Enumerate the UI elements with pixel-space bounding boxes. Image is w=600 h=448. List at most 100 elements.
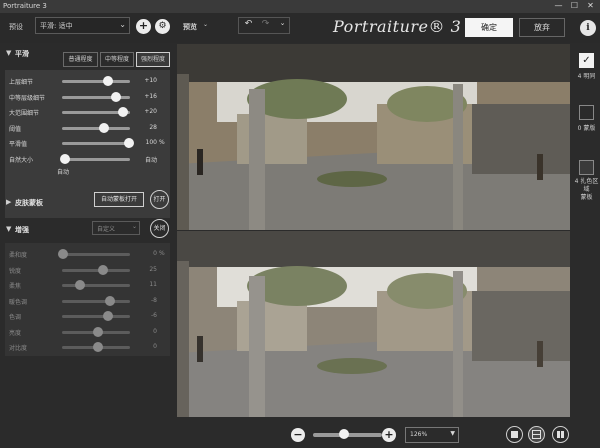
- right-rail: ✓ 4 明同 0 蒙版 4 扎色区域 蒙板: [573, 43, 600, 423]
- caret-down-icon: ▼: [6, 225, 12, 233]
- add-preset-button[interactable]: +: [136, 19, 151, 34]
- slider-value: +10: [144, 77, 157, 84]
- slider-unit: %: [159, 250, 165, 257]
- minimize-button[interactable]: —: [552, 0, 565, 13]
- auto-mask-button[interactable]: 自动蒙板打开: [94, 192, 144, 207]
- caret-down-icon: ▼: [450, 430, 455, 437]
- mask-swatch[interactable]: [579, 105, 594, 120]
- slider-knob[interactable]: [111, 91, 122, 102]
- slider-knob[interactable]: [99, 122, 110, 133]
- slider-knob[interactable]: [103, 76, 114, 86]
- slider-track[interactable]: [62, 315, 130, 318]
- toolbar: 预设 平滑: 适中 ⌄ + ⚙ 预览 ⌄ ↶ ↷ ⌄ Portraiture® …: [0, 13, 600, 43]
- slider-knob[interactable]: [58, 249, 69, 259]
- slider-label: 平滑值: [9, 141, 28, 148]
- plus-icon: +: [138, 19, 149, 32]
- enhance-slider-row: 锐度 25: [5, 263, 170, 277]
- undo-redo-group: ↶ ↷ ⌄: [238, 17, 290, 34]
- minus-icon: −: [293, 428, 303, 441]
- undo-icon[interactable]: ↶: [240, 19, 257, 33]
- slider-knob[interactable]: [103, 311, 114, 321]
- slider-label: 自然大小: [9, 156, 34, 164]
- enhance-section-header[interactable]: ▼ 增强: [0, 219, 174, 241]
- slider-value: -8: [151, 296, 157, 304]
- enhance-sliders: 柔和度 0% 锐度 25 柔焦 11 暖色调 -8 色调 -6 亮度 0 对比度 0: [5, 243, 170, 356]
- slider-track[interactable]: [62, 157, 130, 161]
- smoothing-slider-row: 上层细节 +10: [5, 74, 170, 88]
- single-view-button[interactable]: [506, 426, 523, 443]
- slider-value: -6: [151, 312, 157, 319]
- zoom-out-button[interactable]: −: [291, 428, 305, 442]
- preset-dropdown[interactable]: 平滑: 适中 ⌄: [35, 17, 130, 34]
- split-vertical-view-button[interactable]: [552, 426, 569, 443]
- slider-value: +16: [144, 92, 157, 100]
- mode-medium-button[interactable]: 中等程度: [100, 52, 134, 67]
- slider-knob[interactable]: [97, 264, 108, 275]
- preview-before-image[interactable]: [177, 44, 570, 230]
- ok-button[interactable]: 确定: [465, 18, 513, 37]
- preset-value: 平滑: 适中: [40, 22, 73, 30]
- slider-value: 0: [153, 327, 157, 335]
- enhance-preset-dropdown[interactable]: 自定义 ⌄: [92, 221, 140, 235]
- info-button[interactable]: i: [580, 20, 596, 36]
- slider-track[interactable]: [62, 142, 130, 145]
- enhance-toggle-button[interactable]: 关闭: [150, 219, 169, 238]
- smoothing-slider-row: 平滑值 100%: [5, 136, 170, 150]
- plus-icon: +: [384, 428, 394, 441]
- mode-strong-button[interactable]: 强烈程度: [136, 52, 170, 67]
- check-icon: ✓: [582, 55, 591, 66]
- enhance-title: 增强: [15, 226, 29, 234]
- cancel-button[interactable]: 放弃: [519, 18, 565, 37]
- title-bar: Portraiture 3 — ☐ ✕: [0, 0, 600, 13]
- skin-area-swatch[interactable]: [579, 160, 594, 175]
- chevron-down-icon: ⌄: [119, 20, 126, 29]
- slider-knob[interactable]: [118, 107, 129, 117]
- enhance-slider-row: 对比度 0: [5, 340, 170, 354]
- zoom-bar: − + 126% ▼: [174, 423, 600, 448]
- skin-mask-section-header[interactable]: ▶ 皮肤蒙板: [0, 192, 174, 214]
- slider-track[interactable]: [62, 268, 130, 272]
- zoom-value: 126%: [410, 431, 428, 438]
- slider-track[interactable]: [62, 80, 130, 83]
- preset-settings-button[interactable]: ⚙: [155, 19, 170, 34]
- slider-value: 28: [149, 123, 157, 131]
- smoothing-slider-row: 大范围细节 +20: [5, 105, 170, 119]
- zoom-in-button[interactable]: +: [382, 428, 396, 442]
- enhance-preset-value: 自定义: [97, 226, 116, 233]
- slider-track[interactable]: [62, 299, 130, 303]
- redo-icon[interactable]: ↷: [257, 19, 274, 33]
- slider-knob[interactable]: [60, 153, 71, 164]
- enhance-slider-row: 柔焦 11: [5, 278, 170, 292]
- smoothing-slider-row: 中等层级细节 +16: [5, 90, 170, 104]
- enhance-slider-row: 亮度 0: [5, 325, 170, 339]
- slider-value: 100: [145, 139, 157, 146]
- preview-chevron-icon[interactable]: ⌄: [203, 21, 208, 28]
- maximize-button[interactable]: ☐: [568, 0, 581, 13]
- enhance-slider-row: 暖色调 -8: [5, 294, 170, 308]
- settings-panel: ▼ 平滑 普通程度 中等程度 强烈程度 上层细节 +10 中等层级细节 +16 大范围细…: [0, 43, 174, 448]
- auto-size-label: 自动: [57, 169, 70, 176]
- split-vertical-icon: [557, 431, 560, 438]
- slider-track[interactable]: [62, 253, 130, 256]
- zoom-dropdown[interactable]: 126% ▼: [405, 427, 459, 443]
- rail-label-3: 4 扎色区域 蒙板: [574, 178, 599, 201]
- zoom-slider-knob[interactable]: [339, 429, 350, 439]
- mode-normal-button[interactable]: 普通程度: [63, 52, 98, 67]
- slider-label: 亮度: [9, 329, 22, 337]
- slider-knob[interactable]: [75, 280, 86, 290]
- close-button[interactable]: ✕: [584, 0, 597, 13]
- slider-label: 柔焦: [9, 283, 22, 290]
- slider-label: 对比度: [9, 345, 28, 352]
- slider-track[interactable]: [62, 126, 130, 130]
- slider-knob[interactable]: [104, 295, 115, 306]
- split-horizontal-view-button[interactable]: [528, 426, 545, 443]
- skin-mask-toggle-button[interactable]: 打开: [150, 190, 169, 209]
- checkbox[interactable]: ✓: [579, 53, 594, 68]
- gear-icon: ⚙: [158, 21, 167, 31]
- preview-after-image[interactable]: [177, 231, 570, 417]
- slider-knob[interactable]: [93, 326, 104, 337]
- history-chevron-icon[interactable]: ⌄: [274, 19, 291, 33]
- slider-knob[interactable]: [93, 342, 104, 352]
- slider-track[interactable]: [62, 284, 130, 287]
- enhance-slider-row: 色调 -6: [5, 309, 170, 323]
